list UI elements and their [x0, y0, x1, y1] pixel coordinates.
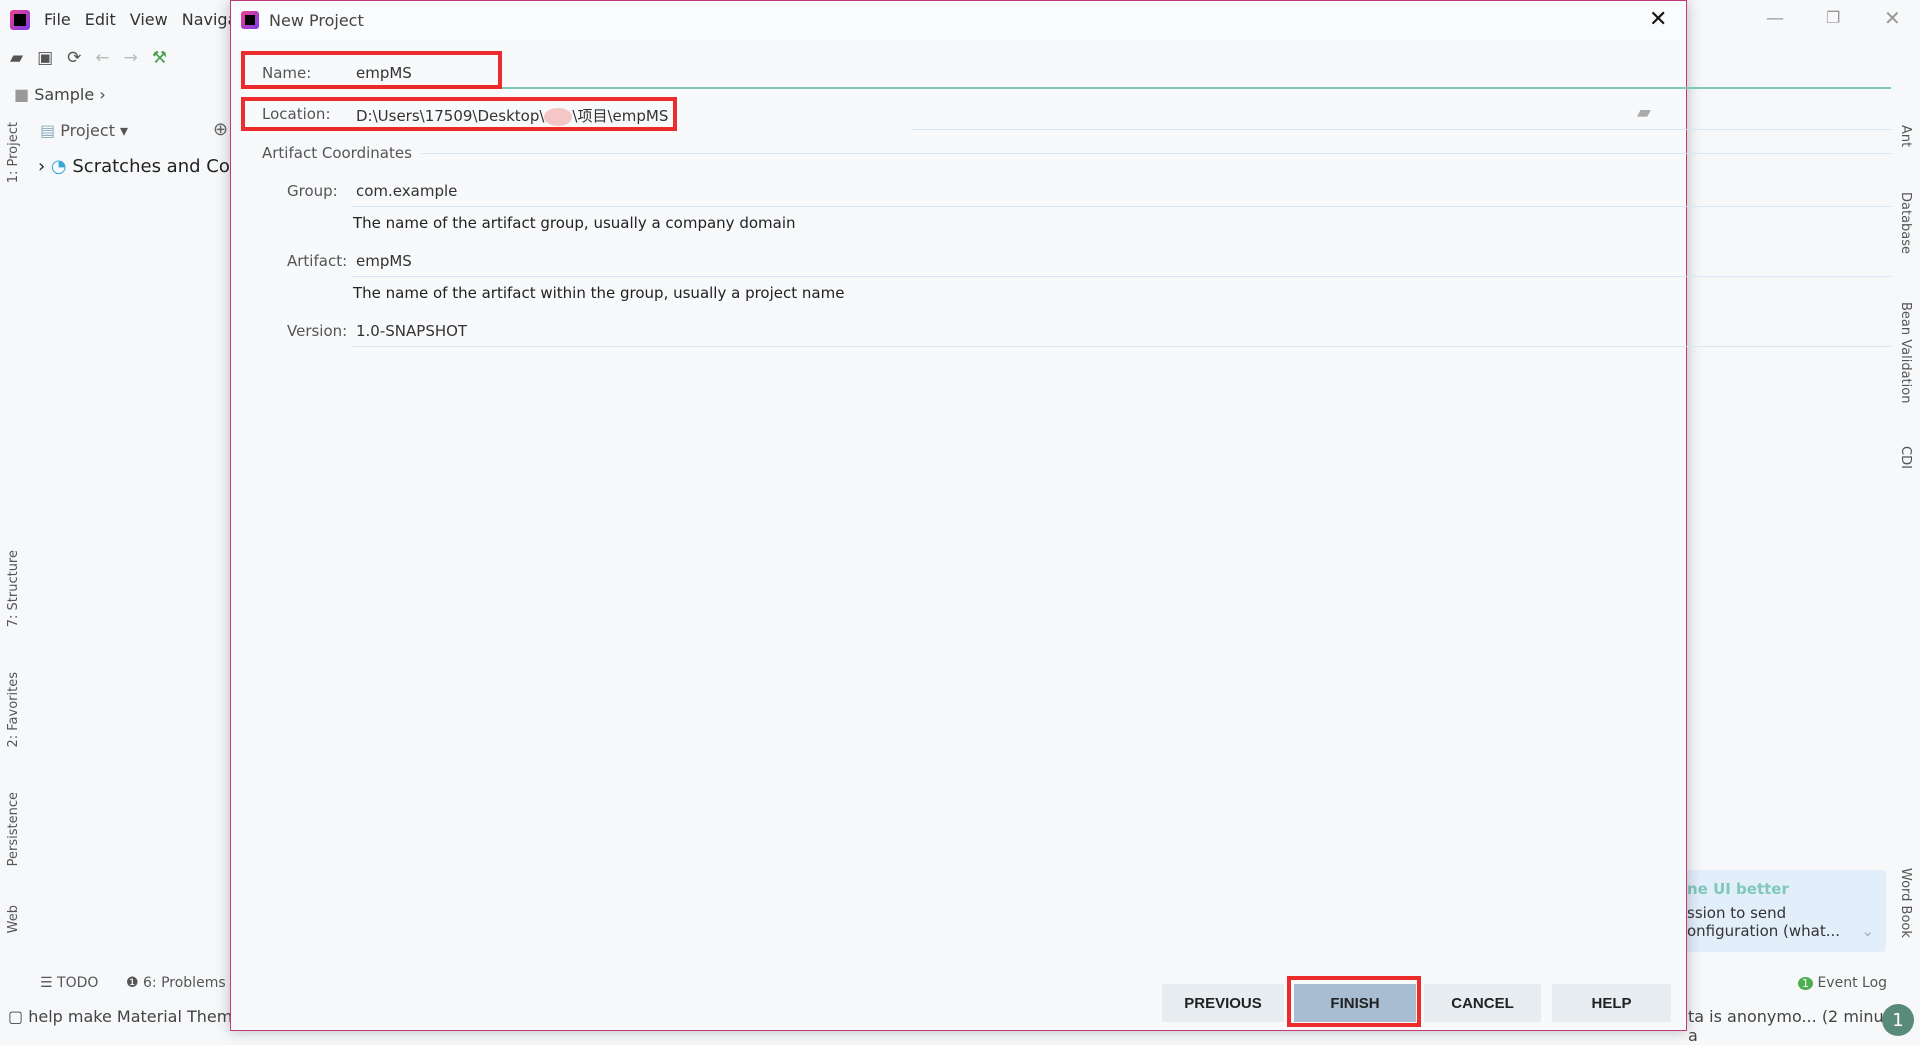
window-close[interactable]: ✕: [1884, 6, 1901, 30]
group-description: The name of the artifact group, usually …: [353, 214, 796, 232]
location-label: Location:: [262, 105, 331, 123]
todo-label: TODO: [57, 975, 99, 991]
project-view-label: Project: [60, 121, 115, 140]
breadcrumb-sample: Sample: [34, 85, 95, 104]
scratches-icon: ◔: [50, 156, 67, 177]
status-left-text: help make Material Theme: [28, 1007, 243, 1026]
browse-folder-icon[interactable]: ▰: [1637, 102, 1651, 123]
menu-view[interactable]: View: [130, 10, 168, 29]
locate-icon[interactable]: ⊕: [213, 119, 228, 140]
notification-balloon[interactable]: ne UI better ssion to send onfiguration …: [1660, 870, 1886, 952]
save-icon[interactable]: ▣: [37, 48, 53, 68]
dialog-title: New Project: [269, 11, 364, 30]
section-divider: [421, 153, 1891, 154]
artifact-underline: [351, 276, 1891, 277]
dialog-close-button[interactable]: ✕: [1649, 7, 1667, 32]
tool-web[interactable]: Web: [6, 905, 21, 933]
artifact-label: Artifact:: [287, 252, 348, 270]
artifact-input[interactable]: empMS: [356, 252, 412, 270]
artifact-description: The name of the artifact within the grou…: [353, 284, 845, 302]
finish-button[interactable]: FINISH: [1294, 984, 1416, 1022]
menu-bar: File Edit View Naviga: [44, 10, 251, 29]
open-folder-icon[interactable]: ▰: [10, 48, 23, 68]
notification-line2: onfiguration (what...: [1687, 922, 1841, 940]
toolbar: ▰ ▣ ⟳ ← → ⚒: [10, 48, 167, 68]
name-label: Name:: [262, 64, 312, 82]
blurred-region: [544, 107, 573, 126]
tool-cdi[interactable]: CDI: [1898, 446, 1913, 469]
notification-title: ne UI better: [1687, 880, 1789, 898]
tree-item-scratches[interactable]: › ◔ Scratches and Cons: [38, 156, 251, 177]
group-label: Group:: [287, 182, 338, 200]
event-count-badge: 1: [1798, 977, 1813, 990]
notification-line1: ssion to send: [1687, 904, 1787, 922]
location-value-start: D:\Users\17509\Desktop\: [356, 107, 545, 125]
window-restore[interactable]: ❐: [1826, 8, 1840, 27]
previous-button[interactable]: PREVIOUS: [1162, 984, 1284, 1022]
help-button[interactable]: HELP: [1552, 984, 1671, 1022]
tool-word-book[interactable]: Word Book: [1898, 868, 1913, 938]
tool-database[interactable]: Database: [1898, 192, 1913, 254]
tool-persistence[interactable]: Persistence: [6, 792, 21, 866]
notification-count-badge[interactable]: 1: [1882, 1004, 1914, 1036]
window-minimize[interactable]: —: [1766, 8, 1784, 29]
new-project-dialog: New Project ✕ Name: empMS Location: D:\U…: [230, 0, 1891, 1031]
problems-label: 6: Problems: [143, 975, 226, 991]
project-icon: ▤: [40, 121, 56, 140]
app-logo: [10, 10, 30, 30]
name-input-underline: [461, 87, 1891, 89]
group-underline: [351, 206, 1891, 207]
group-input[interactable]: com.example: [356, 182, 457, 200]
tool-project[interactable]: 1: Project: [6, 122, 21, 183]
event-log[interactable]: 1 Event Log: [1798, 975, 1887, 991]
build-hammer-icon[interactable]: ⚒: [152, 48, 167, 68]
tree-item-label: Scratches and Cons: [72, 156, 251, 177]
version-label: Version:: [287, 322, 348, 340]
status-message[interactable]: ▢ help make Material Theme: [8, 1007, 242, 1026]
tool-problems[interactable]: ❶ 6: Problems: [126, 975, 226, 991]
sync-icon[interactable]: ⟳: [67, 48, 81, 68]
menu-file[interactable]: File: [44, 10, 71, 29]
location-input[interactable]: D:\Users\17509\Desktop\ \项目\empMS: [356, 105, 668, 126]
section-artifact-coordinates: Artifact Coordinates: [262, 144, 412, 162]
tool-favorites[interactable]: 2: Favorites: [6, 672, 21, 748]
location-value-end: \项目\empMS: [572, 107, 669, 125]
project-view-selector[interactable]: ▤ Project ▾: [40, 121, 128, 140]
folder-icon: ■: [14, 85, 30, 104]
version-input[interactable]: 1.0-SNAPSHOT: [356, 322, 467, 340]
dialog-app-icon: [241, 11, 259, 29]
tool-structure[interactable]: 7: Structure: [6, 550, 21, 627]
forward-icon[interactable]: →: [124, 48, 138, 68]
expand-chevron-icon[interactable]: ⌄: [1861, 922, 1874, 940]
tool-todo[interactable]: ☰ TODO: [40, 975, 98, 991]
version-underline: [351, 346, 1891, 347]
location-underline: [911, 129, 1891, 130]
breadcrumb[interactable]: ■ Sample ›: [14, 85, 106, 104]
cancel-button[interactable]: CANCEL: [1424, 984, 1541, 1022]
tool-bean-validation[interactable]: Bean Validation: [1898, 302, 1913, 403]
menu-edit[interactable]: Edit: [85, 10, 116, 29]
tool-ant[interactable]: Ant: [1898, 125, 1913, 147]
back-icon[interactable]: ←: [95, 48, 109, 68]
name-input[interactable]: empMS: [356, 64, 412, 82]
dialog-titlebar: New Project ✕: [231, 1, 1686, 40]
event-log-label: Event Log: [1817, 975, 1888, 991]
